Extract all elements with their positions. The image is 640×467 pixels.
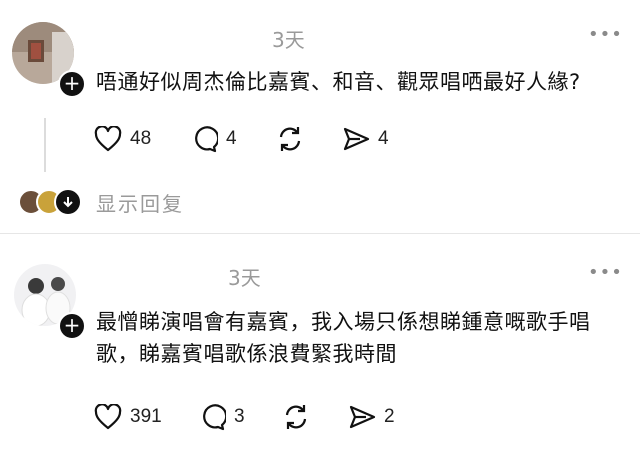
repost-icon bbox=[285, 405, 307, 429]
heart-icon bbox=[94, 126, 122, 152]
more-icon[interactable]: ••• bbox=[588, 24, 623, 45]
reply-avatars[interactable] bbox=[18, 188, 82, 216]
share-count: 2 bbox=[384, 406, 395, 427]
share-button[interactable]: 2 bbox=[348, 402, 395, 432]
post-text: 最憎睇演唱會有嘉賓，我入場只係想睇鍾意嘅歌手唱歌，睇嘉賓唱歌係浪費緊我時間 bbox=[96, 310, 591, 366]
chevron-down-icon bbox=[54, 188, 82, 216]
divider bbox=[0, 233, 640, 234]
heart-icon bbox=[94, 404, 122, 430]
share-icon bbox=[343, 127, 370, 151]
like-count: 48 bbox=[130, 128, 152, 149]
thread-line bbox=[44, 118, 46, 172]
comment-count: 3 bbox=[234, 406, 245, 427]
post-2: + 3天 ••• 最憎睇演唱會有嘉賓，我入場只係想睇鍾意嘅歌手唱歌，睇嘉賓唱歌係… bbox=[0, 236, 640, 467]
repost-icon bbox=[279, 127, 301, 151]
like-count: 391 bbox=[130, 406, 162, 427]
comment-button[interactable]: 4 bbox=[190, 124, 237, 154]
comment-icon bbox=[203, 404, 226, 431]
comment-icon bbox=[195, 126, 218, 153]
share-icon bbox=[349, 405, 376, 429]
more-icon[interactable]: ••• bbox=[588, 262, 623, 283]
post-time: 3天 bbox=[272, 28, 305, 52]
share-count: 4 bbox=[378, 128, 389, 149]
username-redacted bbox=[96, 266, 226, 286]
show-replies-link[interactable]: 显示回复 bbox=[96, 188, 184, 217]
follow-plus-icon[interactable]: + bbox=[58, 70, 86, 98]
post-1: + 3天 ••• 唔通好似周杰倫比嘉賓、和音、觀眾唱哂最好人緣? 48 4 4 bbox=[0, 0, 640, 230]
repost-button[interactable] bbox=[276, 124, 304, 154]
post-text: 唔通好似周杰倫比嘉賓、和音、觀眾唱哂最好人緣? bbox=[96, 70, 581, 94]
comment-count: 4 bbox=[226, 128, 237, 149]
like-button[interactable]: 391 bbox=[94, 402, 162, 432]
post-time: 3天 bbox=[228, 266, 261, 290]
comment-button[interactable]: 3 bbox=[198, 402, 245, 432]
share-button[interactable]: 4 bbox=[342, 124, 389, 154]
repost-button[interactable] bbox=[282, 402, 310, 432]
like-button[interactable]: 48 bbox=[94, 124, 151, 154]
username-redacted bbox=[96, 28, 266, 48]
follow-plus-icon[interactable]: + bbox=[58, 312, 86, 340]
